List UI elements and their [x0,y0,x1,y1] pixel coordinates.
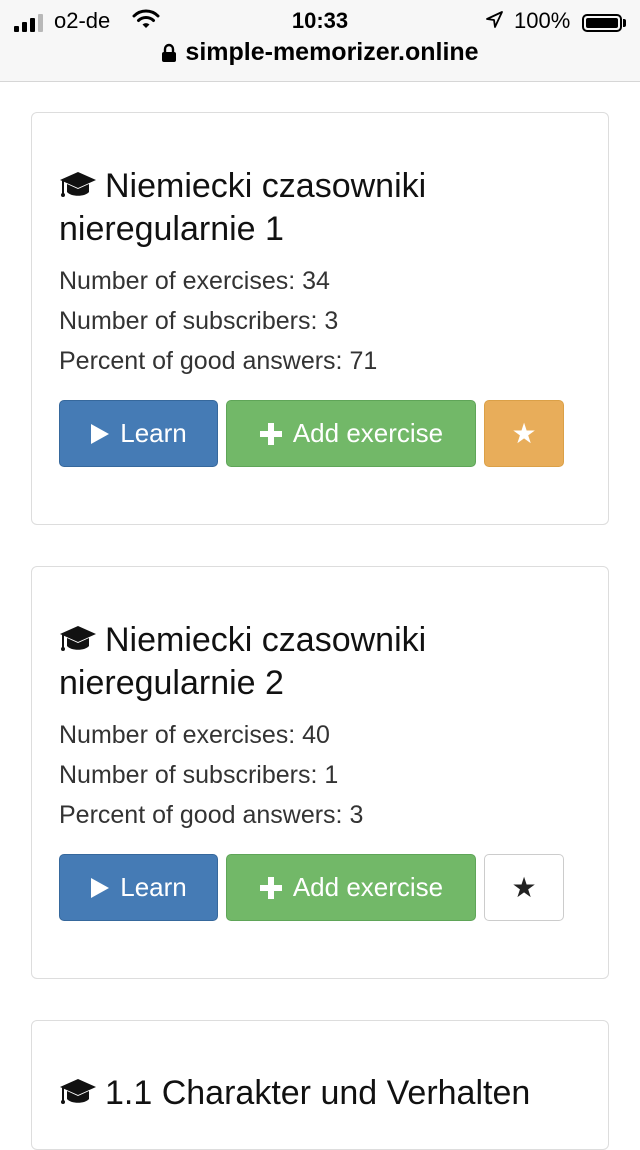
course-title[interactable]: Niemiecki czasowniki nieregularnie 2 [59,620,579,703]
subscribers-count: Number of subscribers: 1 [59,761,339,789]
add-exercise-label: Add exercise [292,418,444,448]
exercises-count: Number of exercises: 40 [59,721,330,749]
browser-status-bar: o2-de 10:33 100% simple-memorizer.online [0,0,640,82]
play-icon [91,877,110,898]
course-stats: Number of exercises: 40 Number of subscr… [59,715,363,835]
plus-icon [259,876,282,899]
good-answers-percent: Percent of good answers: 71 [59,347,378,375]
location-arrow-icon [484,10,504,36]
course-title[interactable]: 1.1 Charakter und Verhalten [59,1073,579,1116]
graduation-cap-icon [59,1076,97,1116]
good-answers-percent: Percent of good answers: 3 [59,801,364,829]
subscribers-count: Number of subscribers: 3 [59,307,339,335]
course-title[interactable]: Niemiecki czasowniki nieregularnie 1 [59,166,579,249]
url-text: simple-memorizer.online [185,38,479,66]
learn-button[interactable]: Learn [59,400,218,467]
exercises-count: Number of exercises: 34 [59,267,330,295]
add-exercise-label: Add exercise [292,872,444,902]
learn-button[interactable]: Learn [59,854,218,921]
course-title-text: Niemiecki czasowniki nieregularnie 2 [59,621,427,702]
address-bar[interactable]: simple-memorizer.online [0,38,640,72]
graduation-cap-icon [59,169,97,209]
ios-status-row: o2-de 10:33 100% [0,6,640,36]
star-icon: ★ [511,418,537,449]
course-title-text: 1.1 Charakter und Verhalten [105,1074,531,1112]
star-icon: ★ [511,872,537,903]
course-stats: Number of exercises: 34 Number of subscr… [59,261,377,381]
learn-button-label: Learn [120,872,187,902]
course-card: Niemiecki czasowniki nieregularnie 1 Num… [31,112,609,525]
lock-icon [161,41,177,70]
add-exercise-button[interactable]: Add exercise [226,854,476,921]
course-card: Niemiecki czasowniki nieregularnie 2 Num… [31,566,609,979]
battery-icon [582,14,622,32]
course-card: 1.1 Charakter und Verhalten [31,1020,609,1150]
graduation-cap-icon [59,623,97,663]
learn-button-label: Learn [120,418,187,448]
battery-percent: 100% [514,8,571,33]
add-exercise-button[interactable]: Add exercise [226,400,476,467]
favorite-star-button[interactable]: ★ [484,400,564,467]
play-icon [91,423,110,444]
favorite-star-button[interactable]: ★ [484,854,564,921]
battery-tip [623,19,626,27]
plus-icon [259,422,282,445]
course-title-text: Niemiecki czasowniki nieregularnie 1 [59,167,427,248]
